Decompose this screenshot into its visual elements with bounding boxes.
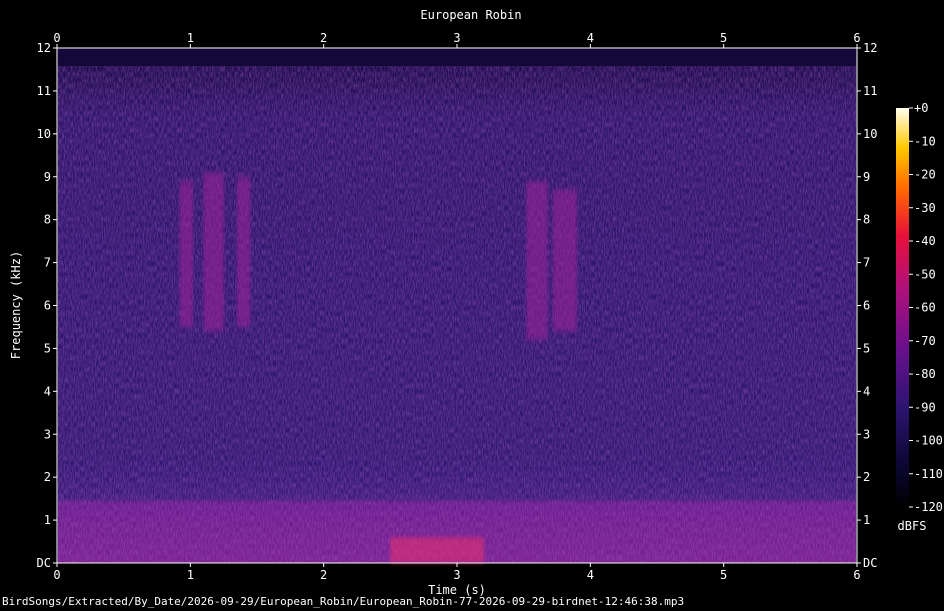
x-tick-label-top: 2 — [320, 31, 327, 45]
spectrogram-figure: 00112233445566 DC DC1 12 23 34 45 56 67 78 89 910 1… — [9, 8, 943, 597]
y-tick-label-right: 2 — [863, 470, 870, 484]
y-tick-label-right: 5 — [863, 341, 870, 355]
colorbar-tick-label: -30 — [914, 201, 936, 215]
y-tick-label-right: 12 — [863, 41, 877, 55]
chart-title: European Robin — [420, 8, 521, 22]
spectrogram-event — [179, 181, 193, 327]
y-tick-label: 2 — [44, 470, 51, 484]
colorbar-tick-label: -20 — [914, 168, 936, 182]
spectrogram-event — [203, 172, 224, 332]
x-tick-label: 5 — [720, 568, 727, 582]
y-tick-label-right: 10 — [863, 127, 877, 141]
x-tick-label-top: 5 — [720, 31, 727, 45]
colorbar-tick-label: -90 — [914, 400, 936, 414]
colorbar — [896, 108, 909, 507]
colorbar-tick-label: -50 — [914, 267, 936, 281]
y-tick-label: 4 — [44, 384, 51, 398]
x-tick-label: 0 — [53, 568, 60, 582]
colorbar-tick-label: -120 — [914, 500, 943, 514]
file-path: BirdSongs/Extracted/By_Date/2026-09-29/E… — [2, 595, 685, 608]
colorbar-ticks: +0 -10 -20 -30 -40 -50 -60 -70 -80 -90 -100 -110 -12… — [909, 101, 943, 514]
x-tick-label: 4 — [587, 568, 594, 582]
colorbar-tick-label: -80 — [914, 367, 936, 381]
x-tick-label-top: 4 — [587, 31, 594, 45]
colorbar-label: dBFS — [898, 519, 927, 533]
x-tick-label: 3 — [453, 568, 460, 582]
y-tick-label-right: 9 — [863, 170, 870, 184]
y-tick-label-right: 8 — [863, 213, 870, 227]
x-tick-label: 1 — [187, 568, 194, 582]
y-tick-label-right: DC — [863, 556, 877, 570]
y-tick-label: DC — [37, 556, 51, 570]
y-tick-label: 9 — [44, 170, 51, 184]
y-tick-label: 5 — [44, 341, 51, 355]
x-tick-label-top: 0 — [53, 31, 60, 45]
spectrogram-event — [237, 176, 251, 327]
spectrogram-noise — [58, 66, 856, 563]
x-tick-label-top: 3 — [453, 31, 460, 45]
y-tick-label: 6 — [44, 299, 51, 313]
y-tick-label: 7 — [44, 256, 51, 270]
y-axis-label: Frequency (kHz) — [9, 251, 23, 359]
y-tick-label-right: 4 — [863, 384, 870, 398]
x-tick-label-top: 1 — [187, 31, 194, 45]
y-tick-label: 10 — [37, 127, 51, 141]
y-tick-label: 8 — [44, 213, 51, 227]
x-tick-label: 6 — [853, 568, 860, 582]
y-tick-label-right: 11 — [863, 84, 877, 98]
colorbar-tick-label: -100 — [914, 434, 943, 448]
x-tick-label-top: 6 — [853, 31, 860, 45]
y-tick-label-right: 7 — [863, 256, 870, 270]
y-tick-label-right: 6 — [863, 299, 870, 313]
colorbar-tick-label: -10 — [914, 134, 936, 148]
spectrogram-event — [390, 537, 484, 563]
x-tick-label: 2 — [320, 568, 327, 582]
y-tick-label: 11 — [37, 84, 51, 98]
spectrogram-event — [553, 189, 577, 332]
colorbar-tick-label: -60 — [914, 301, 936, 315]
y-tick-label: 12 — [37, 41, 51, 55]
spectrogram-event — [526, 181, 548, 340]
y-tick-label: 1 — [44, 513, 51, 527]
colorbar-tick-label: -110 — [914, 467, 943, 481]
y-tick-label: 3 — [44, 427, 51, 441]
y-tick-label-right: 3 — [863, 427, 870, 441]
colorbar-tick-label: +0 — [914, 101, 928, 115]
colorbar-tick-label: -40 — [914, 234, 936, 248]
colorbar-tick-label: -70 — [914, 334, 936, 348]
y-tick-label-right: 1 — [863, 513, 870, 527]
